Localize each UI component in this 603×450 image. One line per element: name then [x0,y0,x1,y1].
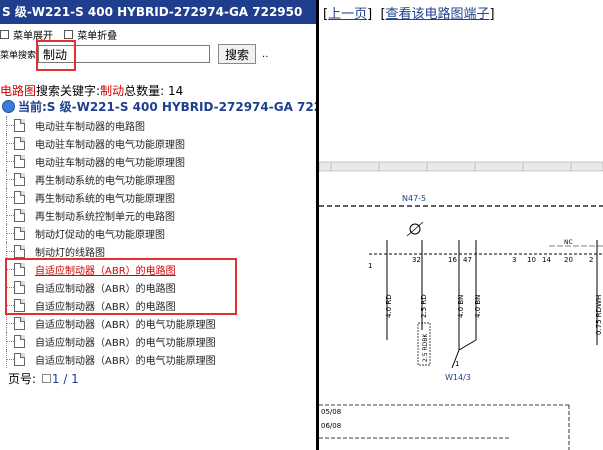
search-button[interactable]: 搜索 [218,44,257,64]
wire-label: 4.0 BN [474,295,482,318]
tree-item[interactable]: 电动驻车制动器的电气功能原理图 [0,134,316,152]
wire-label: 4.0 RD [385,294,393,318]
tree-item-label: 电动驻车制动器的电气功能原理图 [35,139,185,151]
document-icon [14,208,25,222]
tree-item[interactable]: 自适应制动器（ABR）的电气功能原理图 [0,314,316,332]
pin-label: 2 [589,256,593,264]
menu-collapse-option[interactable]: 菜单折叠 [64,27,117,42]
document-icon [14,316,25,330]
left-pane: S 级-W221-S 400 HYBRID-272974-GA 722950 菜… [0,0,316,450]
search-input[interactable] [38,45,210,63]
tree-item[interactable]: 自适应制动器（ABR）的电气功能原理图 [0,332,316,350]
tree-item[interactable]: 再生制动系统的电气功能原理图 [0,188,316,206]
pin-label: 20 [564,256,573,264]
tree-item-label: 再生制动系统的电气功能原理图 [35,193,175,205]
tree-item[interactable]: 制动灯促动的电气功能原理图 [0,224,316,242]
current-node[interactable]: 当前:S 级-W221-S 400 HYBRID-272974-GA 7229 [2,98,316,114]
tree-item-label: 电动驻车制动器的电路图 [35,121,145,133]
more-dots: .. [262,48,269,60]
document-icon [14,244,25,258]
tree-item-label: 制动灯的线路图 [35,247,105,259]
pin-label: 16 [448,256,457,264]
tree-item-label: 自适应制动器（ABR）的电气功能原理图 [35,319,216,331]
tree-item-label: 电动驻车制动器的电气功能原理图 [35,157,185,169]
tree-item-label: 再生制动系统的电气功能原理图 [35,175,175,187]
expand-icon [0,30,9,39]
document-icon [14,280,25,294]
document-icon [14,190,25,204]
note-2: 06/08 [321,422,341,430]
tree-item-label: 自适应制动器（ABR）的电路图 [35,301,176,313]
tree-item[interactable]: 制动灯的线路图 [0,242,316,260]
menu-expand-label: 菜单展开 [13,31,53,42]
summary-keyword: 制动 [100,84,125,98]
wire-label: 4.0 BN [457,295,465,318]
tree-item-label: 自适应制动器（ABR）的电路图 [35,283,176,295]
right-pane: [上一页] [查看该电路图端子] N47-5 NC 1 32 16 47 3 1… [319,0,603,450]
pin-label: 1 [368,262,372,270]
tree-item-active[interactable]: 自适应制动器（ABR）的电路图 [0,260,316,278]
vehicle-title: S 级-W221-S 400 HYBRID-272974-GA 722950 [0,0,316,24]
menu-options: 菜单展开 菜单折叠 [0,27,125,42]
document-icon [14,334,25,348]
collapse-icon [64,30,74,39]
svg-text:1: 1 [455,360,459,368]
tree-item-label: 自适应制动器（ABR）的电气功能原理图 [35,337,216,349]
pin-label: 3 [512,256,516,264]
tree-item[interactable]: 电动驻车制动器的电气功能原理图 [0,152,316,170]
document-icon [14,352,25,366]
nc-label: NC [564,239,573,246]
menu-collapse-label: 菜单折叠 [77,31,118,42]
search-label: 菜单搜索 [0,50,37,61]
result-tree: 电动驻车制动器的电路图 电动驻车制动器的电气功能原理图 电动驻车制动器的电气功能… [0,116,316,368]
page-box-icon [41,374,51,383]
tree-item-label: 自适应制动器（ABR）的电气功能原理图 [35,355,216,367]
menu-expand-option[interactable]: 菜单展开 [0,27,53,42]
tree-item-label: 自适应制动器（ABR）的电路图 [35,265,176,277]
search-row: 菜单搜索 搜索 .. [0,43,268,65]
pager-value[interactable]: 1 / 1 [52,372,79,386]
tree-item[interactable]: 自适应制动器（ABR）的电路图 [0,296,316,314]
wire-label-small: 2.5 RDBK [422,333,429,362]
pin-label: 10 [527,256,536,264]
pin-label: 14 [542,256,551,264]
circuit-diagram[interactable]: N47-5 NC 1 32 16 47 3 10 14 20 2 4.0 RD … [319,0,603,450]
summary-keyword-label2: 搜索关键字: [36,84,101,98]
pin-label: 32 [412,256,421,264]
current-node-label: 当前:S 级-W221-S 400 HYBRID-272974-GA 7229 [18,99,316,114]
connector-label: W14/3 [445,373,471,382]
tree-item[interactable]: 再生制动系统控制单元的电路图 [0,206,316,224]
summary-keyword-label: 电路图 [0,84,37,98]
document-icon [14,118,25,132]
document-icon [14,172,25,186]
tree-item[interactable]: 再生制动系统的电气功能原理图 [0,170,316,188]
tree-item-label: 制动灯促动的电气功能原理图 [35,229,165,241]
document-icon [14,154,25,168]
note-1: 05/08 [321,408,341,416]
component-label: N47-5 [402,194,426,203]
tree-item[interactable]: 自适应制动器（ABR）的电气功能原理图 [0,350,316,368]
summary-count: 14 [167,84,184,98]
document-icon [14,226,25,240]
tree-item[interactable]: 电动驻车制动器的电路图 [0,116,316,134]
wire-label: 0.75 RDWH [595,295,603,335]
document-icon [14,262,25,276]
wire-label: 2.5 RD [420,294,428,318]
search-summary: 电路图搜索关键字:制动总数量: 14 [0,82,183,99]
pin-label: 47 [463,256,472,264]
document-icon [14,298,25,312]
tree-item-label: 再生制动系统控制单元的电路图 [35,211,175,223]
pager-label: 页号: [8,372,37,386]
document-icon [14,136,25,150]
globe-icon [2,99,15,113]
ruler-strip [319,161,603,172]
pager: 页号: 1 / 1 [8,370,79,387]
summary-count-label: 总数量: [124,84,165,98]
tree-item[interactable]: 自适应制动器（ABR）的电路图 [0,278,316,296]
